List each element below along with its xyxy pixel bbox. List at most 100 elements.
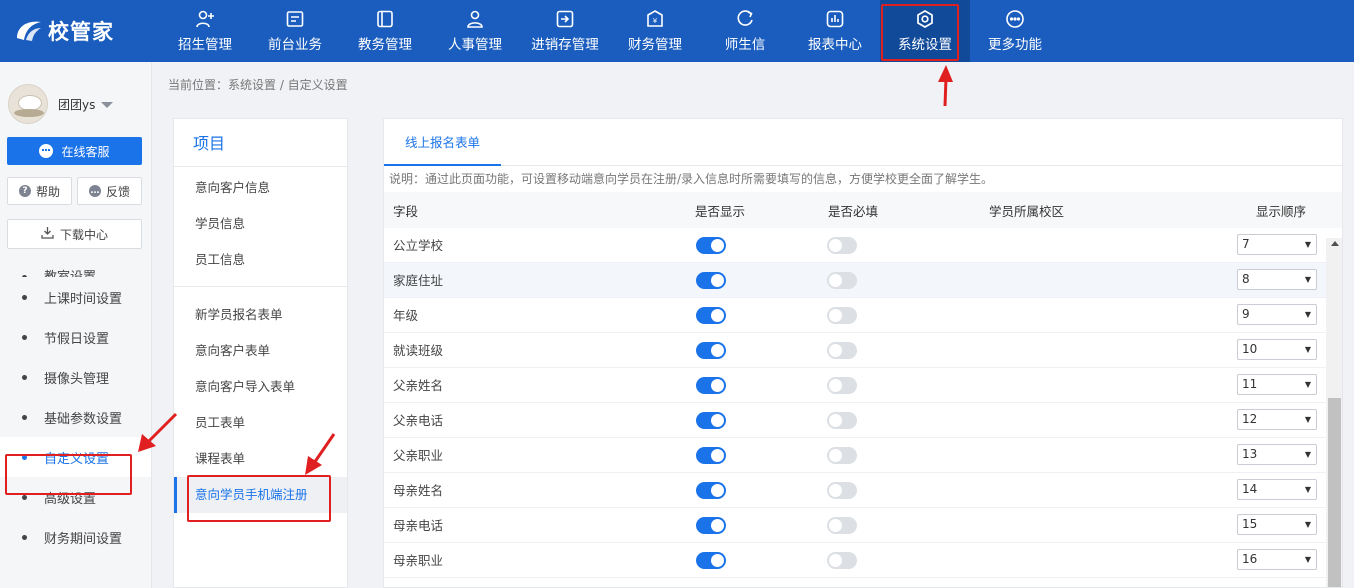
app-logo[interactable]: 校管家 xyxy=(14,16,114,46)
table-row: 年级 9 xyxy=(384,298,1342,333)
vertical-scrollbar[interactable] xyxy=(1326,238,1342,587)
menu-item-basic-params[interactable]: 基础参数设置 xyxy=(0,397,151,437)
download-center-button[interactable]: 下载中心 xyxy=(7,219,142,249)
item-staff-info[interactable]: 员工信息 xyxy=(174,242,347,278)
required-toggle[interactable] xyxy=(827,272,857,289)
menu-item-classroom[interactable]: 教室设置 xyxy=(0,257,151,277)
field-name: 父亲姓名 xyxy=(393,378,444,393)
table-header: 字段 是否显示 是否必填 学员所属校区 显示顺序 xyxy=(384,192,1342,228)
table-row: 公立学校 7 xyxy=(384,228,1342,263)
show-toggle[interactable] xyxy=(696,237,726,254)
person-icon xyxy=(465,9,485,29)
show-toggle[interactable] xyxy=(696,342,726,359)
item-new-student-form[interactable]: 新学员报名表单 xyxy=(174,297,347,333)
nav-item-messages[interactable]: 师生信 xyxy=(700,0,790,62)
order-select[interactable]: 10 xyxy=(1237,339,1317,360)
menu-item-class-time[interactable]: 上课时间设置 xyxy=(0,277,151,317)
field-name: 母亲姓名 xyxy=(393,483,444,498)
feedback-button[interactable]: … 反馈 xyxy=(77,177,142,205)
nav-item-more[interactable]: 更多功能 xyxy=(970,0,1060,62)
show-toggle[interactable] xyxy=(696,552,726,569)
item-prospect-form[interactable]: 意向客户表单 xyxy=(174,333,347,369)
order-select[interactable]: 14 xyxy=(1237,479,1317,500)
nav-item-academic[interactable]: 教务管理 xyxy=(340,0,430,62)
logo-text: 校管家 xyxy=(48,20,114,44)
required-toggle[interactable] xyxy=(827,377,857,394)
nav-item-admissions[interactable]: 招生管理 xyxy=(160,0,250,62)
bullet xyxy=(22,275,27,277)
field-name: 父亲电话 xyxy=(393,413,444,428)
scroll-up-icon[interactable] xyxy=(1331,241,1339,246)
user-menu[interactable]: 团团ys xyxy=(8,84,114,124)
field-name: 父亲职业 xyxy=(393,448,444,463)
table-row: 就读班级 10 xyxy=(384,333,1342,368)
avatar xyxy=(8,84,48,124)
bullet xyxy=(22,414,27,420)
menu-item-label: 摄像头管理 xyxy=(44,371,110,387)
required-toggle[interactable] xyxy=(827,307,857,324)
item-prospect-import-form[interactable]: 意向客户导入表单 xyxy=(174,369,347,405)
required-toggle[interactable] xyxy=(827,482,857,499)
online-service-button[interactable]: 在线客服 xyxy=(7,137,142,165)
nav-label: 报表中心 xyxy=(808,37,862,53)
order-select[interactable]: 15 xyxy=(1237,514,1317,535)
required-toggle[interactable] xyxy=(827,517,857,534)
show-toggle[interactable] xyxy=(696,412,726,429)
nav-item-finance[interactable]: ¥ 财务管理 xyxy=(610,0,700,62)
help-button[interactable]: ? 帮助 xyxy=(7,177,72,205)
menu-item-label: 财务期间设置 xyxy=(44,531,123,547)
items-group-info: 意向客户信息 学员信息 员工信息 xyxy=(174,167,347,278)
required-toggle[interactable] xyxy=(827,237,857,254)
field-name: 母亲电话 xyxy=(393,518,444,533)
show-toggle[interactable] xyxy=(696,447,726,464)
menu-item-label: 节假日设置 xyxy=(44,331,110,347)
highlight-box-nav xyxy=(881,4,959,61)
order-select[interactable]: 13 xyxy=(1237,444,1317,465)
more-icon xyxy=(1005,9,1025,29)
tab-online-registration-form[interactable]: 线上报名表单 xyxy=(384,119,502,166)
nav-item-inventory[interactable]: 进销存管理 xyxy=(520,0,610,62)
show-toggle[interactable] xyxy=(696,517,726,534)
scrollbar-thumb[interactable] xyxy=(1328,398,1341,587)
nav-label: 进销存管理 xyxy=(531,37,599,53)
nav-label: 招生管理 xyxy=(178,37,232,53)
nav-item-hr[interactable]: 人事管理 xyxy=(430,0,520,62)
menu-item-fiscal-period[interactable]: 财务期间设置 xyxy=(0,517,151,557)
order-select[interactable]: 9 xyxy=(1237,304,1317,325)
message-icon xyxy=(735,9,755,29)
top-navigation-bar: 校管家 招生管理 前台业务 教务管理 人事管理 进销存管理 ¥ 财务管理 师生信… xyxy=(0,0,1354,62)
order-select[interactable]: 16 xyxy=(1237,549,1317,570)
help-label: 帮助 xyxy=(35,184,60,199)
annotation-arrow-nav xyxy=(938,65,953,107)
nav-item-reports[interactable]: 报表中心 xyxy=(790,0,880,62)
show-toggle[interactable] xyxy=(696,307,726,324)
header-field: 字段 xyxy=(393,203,419,219)
settings-menu: 教室设置 上课时间设置 节假日设置 摄像头管理 基础参数设置 自定义设置 高级设… xyxy=(0,257,151,557)
required-toggle[interactable] xyxy=(827,342,857,359)
feedback-icon: … xyxy=(88,185,101,197)
required-toggle[interactable] xyxy=(827,447,857,464)
order-select[interactable]: 12 xyxy=(1237,409,1317,430)
nav-label: 教务管理 xyxy=(358,37,412,53)
download-center-label: 下载中心 xyxy=(59,227,108,242)
required-toggle[interactable] xyxy=(827,552,857,569)
order-select[interactable]: 7 xyxy=(1237,234,1317,255)
field-name: 就读班级 xyxy=(393,343,444,358)
report-icon xyxy=(825,9,845,29)
nav-label: 更多功能 xyxy=(988,37,1042,53)
item-student-info[interactable]: 学员信息 xyxy=(174,206,347,242)
nav-item-front-desk[interactable]: 前台业务 xyxy=(250,0,340,62)
header-campus: 学员所属校区 xyxy=(989,203,1065,219)
bullet xyxy=(22,494,27,500)
field-name: 公立学校 xyxy=(393,238,444,253)
nav-label: 师生信 xyxy=(724,37,766,53)
item-prospect-info[interactable]: 意向客户信息 xyxy=(174,170,347,206)
show-toggle[interactable] xyxy=(696,377,726,394)
show-toggle[interactable] xyxy=(696,272,726,289)
show-toggle[interactable] xyxy=(696,482,726,499)
order-select[interactable]: 8 xyxy=(1237,269,1317,290)
required-toggle[interactable] xyxy=(827,412,857,429)
order-select[interactable]: 11 xyxy=(1237,374,1317,395)
menu-item-cameras[interactable]: 摄像头管理 xyxy=(0,357,151,397)
menu-item-holidays[interactable]: 节假日设置 xyxy=(0,317,151,357)
